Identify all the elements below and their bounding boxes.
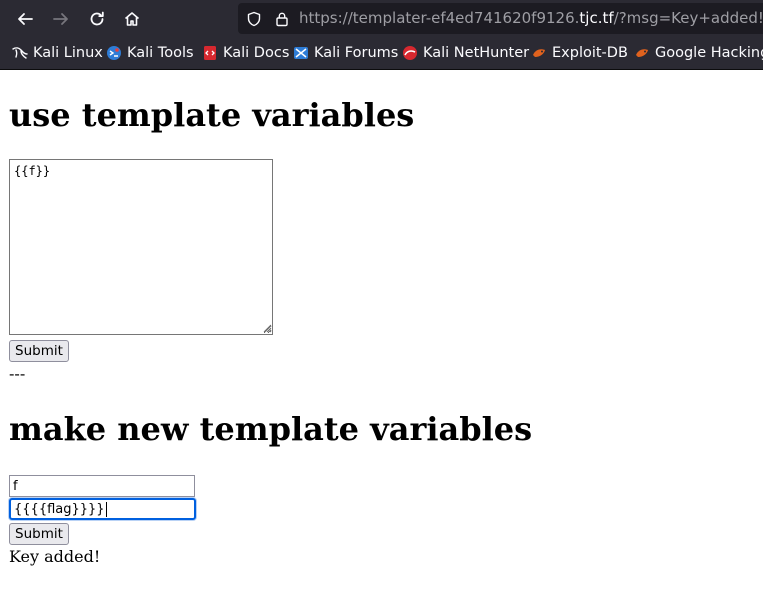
reload-button[interactable] (85, 7, 109, 31)
bookmark-label: Kali Forums (314, 45, 399, 61)
google-hacking-icon (636, 49, 648, 57)
url-prefix: https:// (299, 9, 353, 27)
bookmarks-toolbar: Kali Linux Kali Tools Kali Docs Kali For… (0, 41, 763, 65)
kali-tools-icon (107, 46, 121, 60)
bookmark-label: Kali Linux (33, 45, 103, 61)
status-message: Key added! (9, 547, 101, 566)
arrow-left-icon (18, 13, 33, 25)
value-input-value: {{{{flag}}}} (14, 501, 105, 517)
text-caret (105, 501, 107, 517)
bookmark-kali-docs[interactable]: Kali Docs (202, 41, 289, 65)
browser-toolbar: https://templater-ef4ed741620f9126.tjc.t… (0, 0, 763, 70)
arrow-right-icon (53, 13, 68, 25)
home-button[interactable] (120, 7, 144, 31)
forward-button[interactable] (49, 7, 73, 31)
key-input[interactable]: f (9, 475, 195, 497)
bookmark-label: Kali Tools (127, 45, 194, 61)
heading-use-template-variables: use template variables (9, 96, 415, 134)
url-text[interactable]: https://templater-ef4ed741620f9126.tjc.t… (299, 8, 763, 28)
bookmark-kali-linux[interactable]: Kali Linux (12, 41, 103, 65)
home-icon (124, 12, 140, 26)
key-input-value: f (13, 478, 18, 494)
bookmark-kali-nethunter[interactable]: Kali NetHunter (402, 41, 529, 65)
value-input[interactable]: {{{{flag}}}} (9, 498, 196, 520)
bookmark-exploit-db[interactable]: Exploit-DB (531, 41, 628, 65)
bookmark-kali-forums[interactable]: Kali Forums (293, 41, 398, 65)
back-button[interactable] (13, 7, 37, 31)
bookmark-label: Kali NetHunter (423, 45, 530, 61)
bookmark-google-hacking[interactable]: Google Hacking (634, 41, 763, 65)
kali-dragon-icon (12, 47, 28, 59)
submit-variable-button[interactable]: Submit (9, 523, 69, 545)
template-textarea[interactable]: {{f}} (9, 159, 273, 335)
url-host-start: templater-ef4ed741620f9126. (352, 9, 580, 27)
address-bar[interactable]: https://templater-ef4ed741620f9126.tjc.t… (238, 3, 763, 34)
kali-nethunter-icon (403, 46, 417, 60)
bookmark-label: Google Hacking (655, 45, 763, 61)
shield-icon[interactable] (246, 11, 262, 27)
exploit-db-icon (533, 49, 545, 57)
reload-icon (90, 11, 104, 26)
url-path: /?msg=Key+added! (613, 9, 763, 27)
resize-grip-icon[interactable] (263, 324, 272, 333)
separator-text: --- (9, 364, 26, 383)
heading-make-new-template-variables: make new template variables (9, 410, 533, 448)
submit-template-button[interactable]: Submit (9, 340, 69, 362)
kali-docs-icon (204, 46, 216, 60)
page-content: use template variables {{f}} Submit --- … (0, 70, 763, 596)
lock-icon[interactable] (274, 11, 290, 27)
bookmark-kali-tools[interactable]: Kali Tools (106, 41, 194, 65)
bookmark-label: Kali Docs (223, 45, 290, 61)
url-host: tjc.tf (579, 9, 614, 27)
kali-forums-icon (294, 47, 308, 59)
bookmark-label: Exploit-DB (552, 45, 628, 61)
